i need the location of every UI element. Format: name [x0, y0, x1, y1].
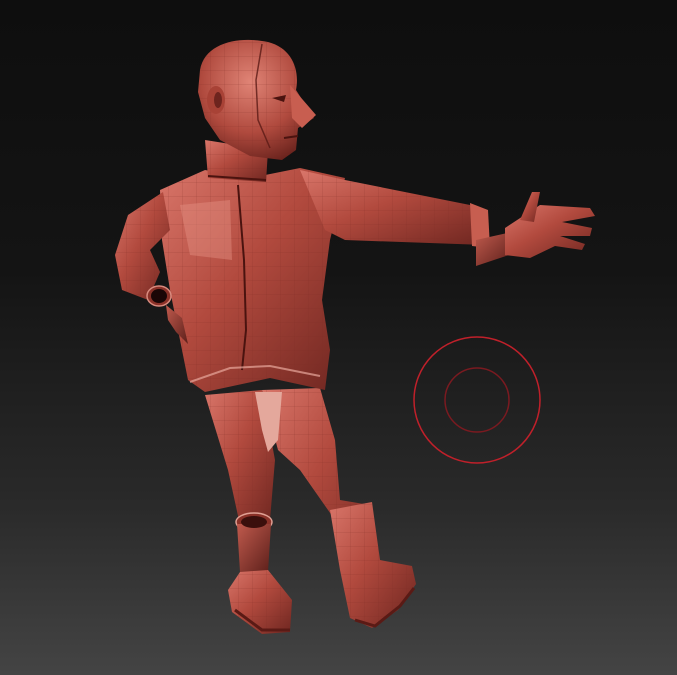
brush-cursor[interactable]: [413, 336, 541, 464]
sculpt-canvas[interactable]: [0, 0, 677, 675]
right-arm-mesh: [300, 170, 595, 266]
brush-outer-ring: [413, 336, 541, 464]
sculpted-figure[interactable]: [115, 39, 595, 634]
brush-inner-ring: [444, 367, 510, 433]
sculpt-viewport[interactable]: [0, 0, 677, 675]
